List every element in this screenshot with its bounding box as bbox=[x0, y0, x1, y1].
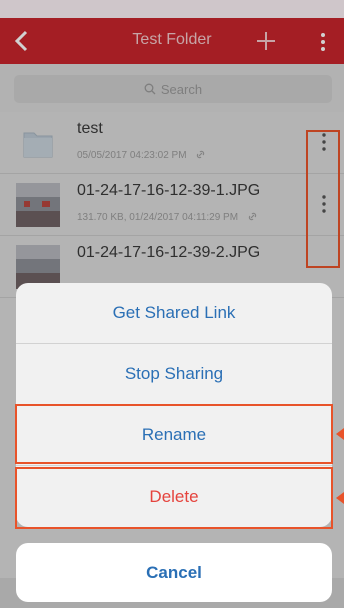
annotation-arrow bbox=[336, 428, 344, 440]
annotation-arrow bbox=[336, 492, 344, 504]
annotation-highlight-rename bbox=[15, 404, 333, 464]
cancel-button[interactable]: Cancel bbox=[16, 543, 332, 602]
stop-sharing-button[interactable]: Stop Sharing bbox=[16, 344, 332, 405]
annotation-highlight-delete bbox=[15, 467, 333, 529]
get-shared-link-button[interactable]: Get Shared Link bbox=[16, 283, 332, 344]
